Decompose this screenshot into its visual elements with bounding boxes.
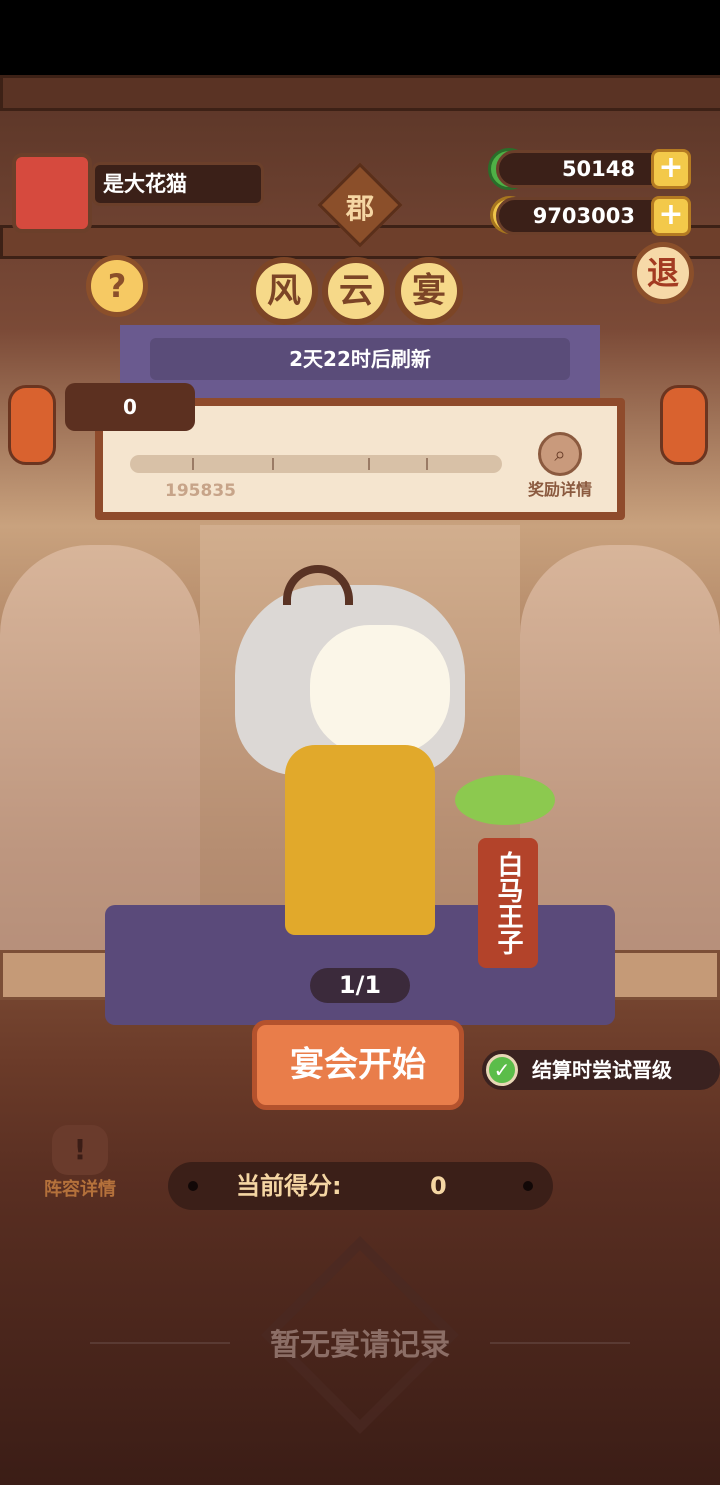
lantern-left [8,385,56,465]
progress-tick [192,458,194,470]
title-char-1: 风 [250,257,318,325]
progress-tick [426,458,428,470]
score-bar-dot [188,1181,198,1191]
progress-tick [368,458,370,470]
help-button[interactable]: ? [86,255,148,317]
checkmark-icon[interactable]: ✓ [486,1054,518,1086]
reward-details-button[interactable]: ⌕ 奖励详情 [520,432,600,504]
progress-bar [130,455,502,473]
current-score-bar: 当前得分: 0 [168,1162,553,1210]
title-char-2: 云 [322,257,390,325]
score-bar-dot [523,1181,533,1191]
player-avatar[interactable] [12,153,92,233]
character-white-horse[interactable] [235,565,465,945]
exclamation-icon: ! [52,1125,108,1175]
antler-icon [283,565,353,605]
title-char-3: 宴 [395,257,463,325]
lotus-leaf-icon [455,775,555,825]
lineup-details-button[interactable]: ! 阵容详情 [30,1125,130,1205]
milestone-value: 195835 [165,481,236,501]
start-banquet-button[interactable]: 宴会开始 [252,1020,464,1110]
character-name-banner: 白马王子 [478,838,538,968]
reward-details-label: 奖励详情 [527,480,592,499]
progress-tick [272,458,274,470]
add-coins-button[interactable]: + [651,196,691,236]
score-label: 当前得分: [236,1172,342,1200]
roof-beam [0,75,720,111]
empty-records-text: 暂无宴请记录 [270,1328,450,1363]
current-score-tag: 0 [65,383,195,431]
lineup-details-label: 阵容详情 [44,1179,116,1200]
player-name: 是大花猫 [92,162,264,206]
magnifier-icon: ⌕ [538,432,582,476]
status-bar [0,0,720,75]
exit-button[interactable]: 退 [632,242,694,304]
rank-badge: 郡 [345,192,374,225]
character-counter: 1/1 [310,968,410,1003]
add-jade-button[interactable]: + [651,149,691,189]
lantern-right [660,385,708,465]
character-robe [285,745,435,935]
score-value: 0 [430,1172,447,1200]
refresh-timer: 2天22时后刷新 [150,338,570,380]
character-face [310,625,450,755]
